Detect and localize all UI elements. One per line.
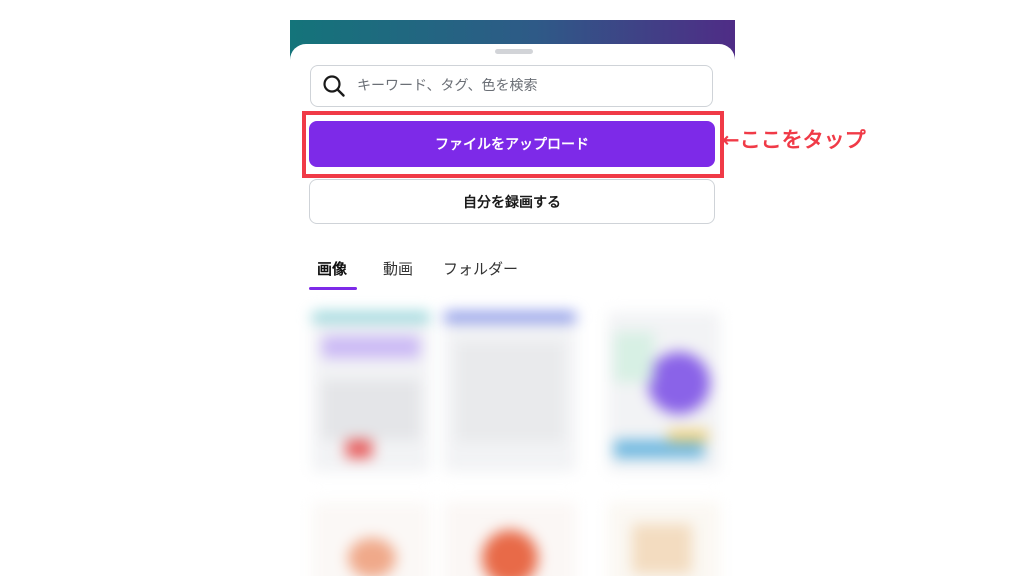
- record-yourself-button[interactable]: 自分を録画する: [309, 179, 715, 224]
- sheet-drag-handle[interactable]: [495, 49, 533, 54]
- media-thumbnail[interactable]: [608, 312, 720, 472]
- tab-videos[interactable]: 動画: [383, 258, 413, 279]
- search-input[interactable]: [357, 78, 687, 94]
- tap-here-annotation: ←ここをタップ: [722, 128, 866, 152]
- upload-sheet: ファイルをアップロード 自分を録画する 画像 動画 フォルダー: [290, 44, 735, 576]
- media-thumbnail[interactable]: [444, 312, 576, 472]
- active-tab-indicator: [309, 287, 357, 290]
- media-grid: [290, 306, 735, 576]
- phone-screen: ファイルをアップロード 自分を録画する 画像 動画 フォルダー: [290, 0, 735, 576]
- search-icon: [321, 73, 347, 99]
- upload-file-button[interactable]: ファイルをアップロード: [309, 121, 715, 167]
- media-thumbnail[interactable]: [312, 312, 430, 472]
- media-thumbnail[interactable]: [608, 502, 720, 576]
- media-thumbnail[interactable]: [444, 502, 576, 576]
- media-thumbnail[interactable]: [312, 502, 430, 576]
- tab-folders[interactable]: フォルダー: [443, 258, 518, 279]
- tab-images[interactable]: 画像: [317, 258, 347, 279]
- search-bar[interactable]: [310, 65, 713, 107]
- media-tabs: 画像 動画 フォルダー: [290, 254, 735, 294]
